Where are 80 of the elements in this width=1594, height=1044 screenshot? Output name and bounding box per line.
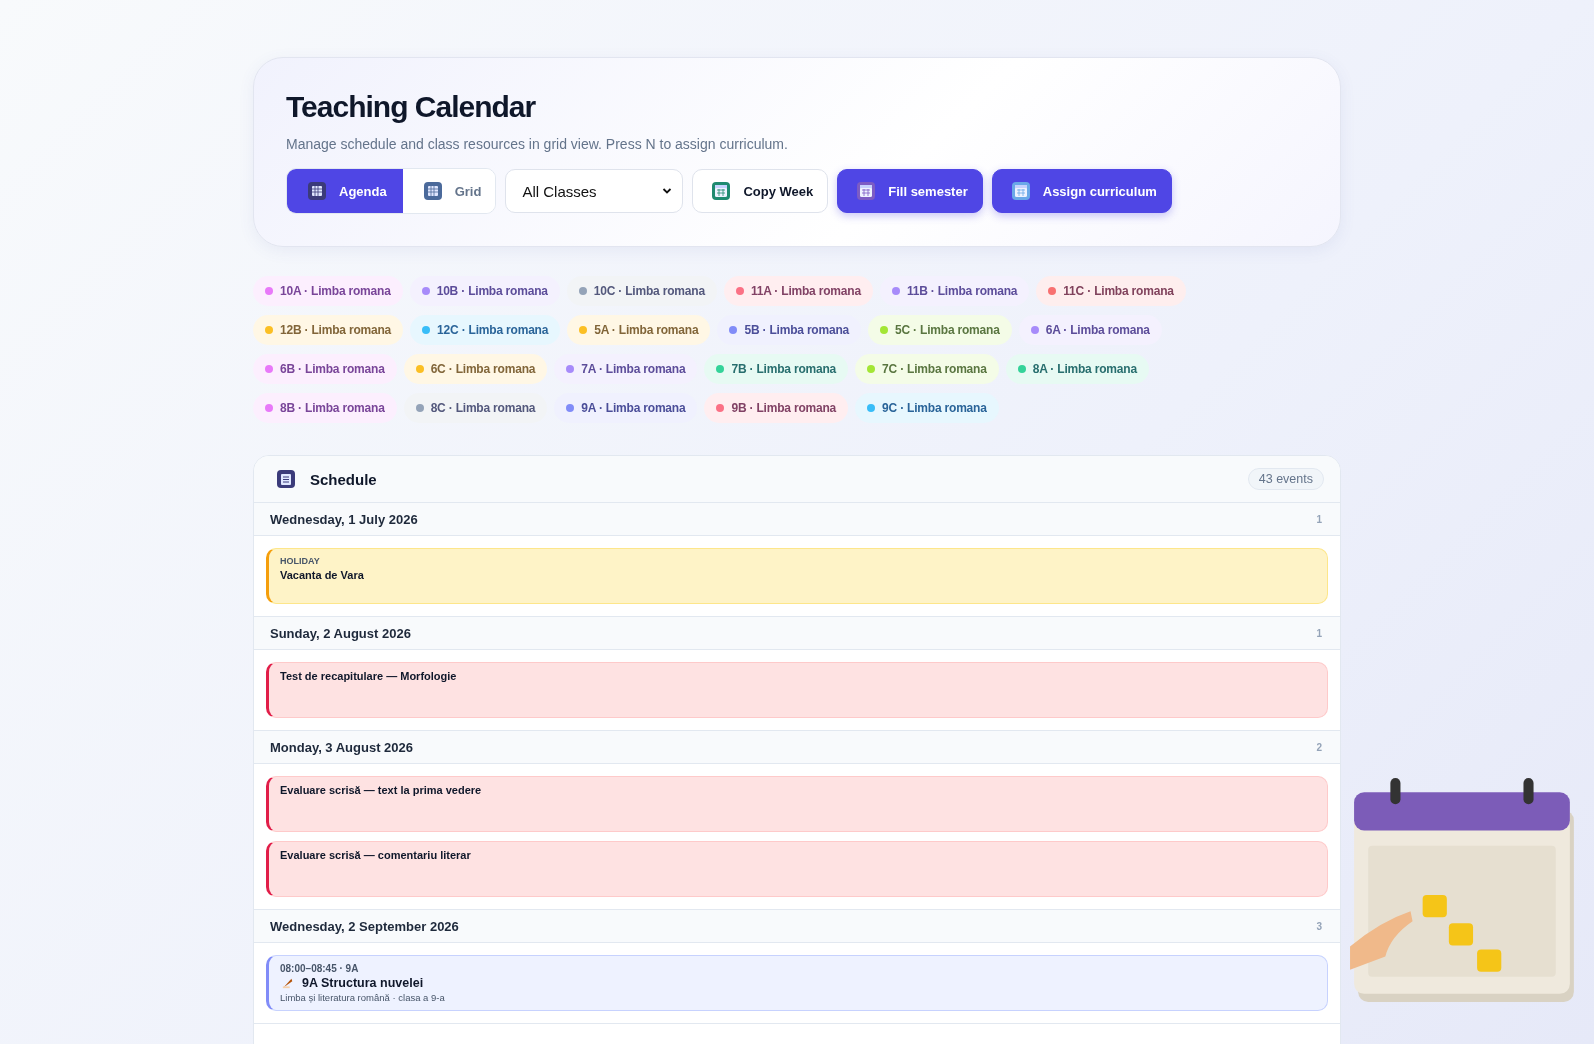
class-label: 9B · Limba romana [731, 401, 837, 415]
event-title: Vacanta de Vara [280, 569, 365, 581]
class-chip[interactable]: 10B · Limba romana [409, 276, 560, 306]
class-label: 7B · Limba romana [731, 362, 837, 376]
class-chip[interactable]: 12B · Limba romana [253, 315, 404, 345]
class-label: 7A · Limba romana [581, 362, 686, 376]
day-date: Sunday, 2 August 2026 [270, 625, 411, 641]
class-label: 8A · Limba romana [1032, 362, 1137, 376]
class-label: 5B · Limba romana [744, 323, 850, 337]
action-button[interactable]: Copy Week [692, 169, 829, 213]
page-title: Teaching Calendar [286, 90, 537, 124]
class-label: 6B · Limba romana [280, 362, 385, 376]
class-chip[interactable]: 11C · Limba romana [1036, 276, 1186, 306]
event-time: 08:00–08:45 · 9A [280, 963, 360, 974]
class-label: 11A · Limba romana [750, 284, 861, 298]
calendar-icon [711, 181, 732, 201]
class-label: 8C · Limba romana [430, 401, 536, 415]
class-label: 9A · Limba romana [581, 401, 686, 415]
event-tag: HOLIDAY [280, 556, 1316, 566]
class-label: 10C · Limba romana [593, 284, 705, 298]
event-card[interactable]: Test de recapitulare — Morfologie [266, 662, 1328, 718]
calendar-icon [856, 181, 877, 201]
class-filter-dropdown[interactable]: All Classes [505, 169, 684, 213]
class-chip[interactable]: 10C · Limba romana [566, 276, 717, 306]
day-date: Wednesday, 2 September 2026 [270, 918, 459, 934]
class-label: 11C · Limba romana [1063, 284, 1174, 298]
class-label: 8B · Limba romana [280, 401, 385, 415]
calendar-icon [1010, 181, 1031, 201]
class-chip[interactable]: 7C · Limba romana [855, 354, 999, 384]
day-date: Wednesday, 1 July 2026 [270, 511, 418, 527]
event-card[interactable]: Evaluare scrisă — text la prima vedere [266, 776, 1328, 832]
event-title: Evaluare scrisă — text la prima vedere [280, 784, 483, 796]
class-label: 10B · Limba romana [436, 284, 548, 298]
class-chip[interactable]: 8A · Limba romana [1005, 354, 1149, 384]
day-date: Monday, 3 August 2026 [270, 739, 414, 755]
class-chip[interactable]: 5A · Limba romana [567, 315, 711, 345]
class-chip[interactable]: 9C · Limba romana [855, 393, 999, 423]
class-chip[interactable]: 6C · Limba romana [403, 354, 548, 384]
class-label: 7C · Limba romana [882, 362, 987, 376]
chevron-down-icon [662, 186, 673, 196]
class-chip[interactable]: 8C · Limba romana [403, 393, 548, 423]
class-label: 12B · Limba romana [280, 323, 392, 337]
quill-icon [282, 977, 294, 989]
day-event-count: 2 [1316, 741, 1322, 753]
class-chip[interactable]: 9B · Limba romana [704, 393, 849, 423]
view-tab[interactable]: Agenda [287, 169, 403, 213]
class-chip[interactable]: 6A · Limba romana [1018, 315, 1162, 345]
event-title: 9A Structura nuvelei [302, 976, 424, 990]
day-event-count: 1 [1316, 513, 1322, 525]
day-event-count: 1 [1316, 627, 1322, 639]
class-label: 6A · Limba romana [1045, 323, 1150, 337]
class-chip[interactable]: 7B · Limba romana [704, 354, 849, 384]
page-subtitle: Manage schedule and class resources in grid view. Press N to assign curriculum. [286, 136, 789, 152]
class-chip[interactable]: 11A · Limba romana [723, 276, 873, 306]
class-label: 11B · Limba romana [906, 284, 1018, 298]
event-title: Evaluare scrisă — comentariu literar [280, 849, 472, 861]
class-label: 12C · Limba romana [437, 323, 549, 337]
action-button[interactable]: Assign curriculum [991, 169, 1172, 213]
action-button[interactable]: Fill semester [837, 169, 983, 213]
calendar-icon [276, 469, 296, 489]
event-card[interactable]: 08:00–08:45 · 9A 9A Structura nuvelei Limba și literatura română · clasa a 9-a [266, 955, 1328, 1011]
event-subtitle: Limba și literatura română · clasa a 9-a [280, 992, 446, 1003]
event-card[interactable]: Evaluare scrisă — comentariu literar [266, 841, 1328, 897]
class-label: 6C · Limba romana [430, 362, 536, 376]
event-title: Test de recapitulare — Morfologie [280, 670, 458, 682]
class-chip[interactable]: 8B · Limba romana [253, 393, 397, 423]
schedule-title: Schedule [310, 470, 378, 488]
class-chip[interactable]: 12C · Limba romana [410, 315, 561, 345]
event-count-badge: 43 events [1247, 468, 1324, 490]
class-label: 9C · Limba romana [882, 401, 987, 415]
class-chip[interactable]: 6B · Limba romana [253, 354, 397, 384]
class-chip[interactable]: 11B · Limba romana [879, 276, 1030, 306]
class-label: 5C · Limba romana [895, 323, 1000, 337]
event-card[interactable]: HOLIDAY Vacanta de Vara [266, 548, 1328, 604]
class-chip[interactable]: 5C · Limba romana [868, 315, 1012, 345]
class-label: 5A · Limba romana [594, 323, 699, 337]
class-label: 10A · Limba romana [280, 284, 391, 298]
grid-icon [422, 181, 443, 201]
class-chip[interactable]: 10A · Limba romana [253, 276, 403, 306]
day-event-count: 3 [1316, 920, 1322, 932]
